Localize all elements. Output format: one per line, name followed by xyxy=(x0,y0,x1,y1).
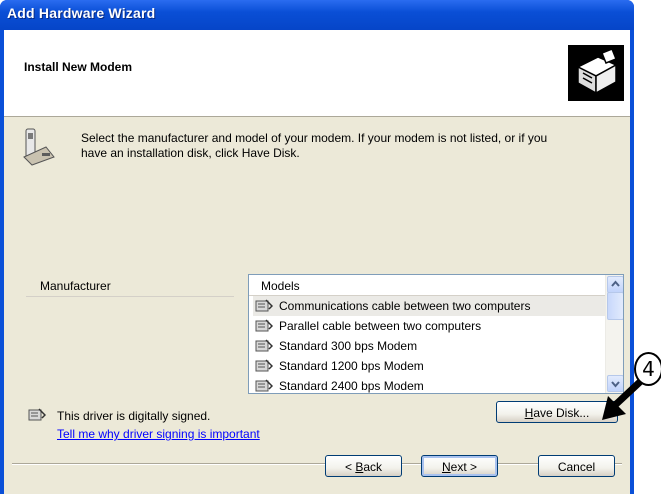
model-list-item[interactable]: Standard 1200 bps Modem xyxy=(253,356,605,376)
model-list-item[interactable]: Standard 300 bps Modem xyxy=(253,336,605,356)
model-label: Communications cable between two compute… xyxy=(279,299,531,313)
dialog-body: Install New Modem Select the manufacture… xyxy=(4,30,630,494)
modem-driver-icon xyxy=(255,358,274,374)
models-column-header[interactable]: Models xyxy=(249,275,605,296)
wizard-header: Install New Modem xyxy=(4,30,630,117)
manufacturer-list[interactable] xyxy=(26,296,234,297)
scroll-thumb[interactable] xyxy=(607,292,623,320)
model-list-item[interactable]: Standard 2400 bps Modem xyxy=(253,376,605,393)
scroll-up-button[interactable] xyxy=(607,276,623,293)
signed-driver-icon xyxy=(28,407,47,423)
hardware-wizard-icon xyxy=(568,45,624,101)
callout-arrow-icon xyxy=(598,376,646,424)
next-post: ext > xyxy=(450,460,478,474)
model-list-item[interactable]: Parallel cable between two computers xyxy=(253,316,605,336)
instruction-line-2: have an installation disk, click Have Di… xyxy=(81,146,300,160)
model-label: Standard 2400 bps Modem xyxy=(279,379,424,393)
back-pre: < xyxy=(344,460,356,474)
driver-signing-link[interactable]: Tell me why driver signing is important xyxy=(57,427,260,441)
signing-status: This driver is digitally signed. xyxy=(57,409,211,423)
model-label: Standard 1200 bps Modem xyxy=(279,359,424,373)
instruction-text: Select the manufacturer and model of you… xyxy=(81,131,601,161)
model-list-item[interactable]: Communications cable between two compute… xyxy=(253,296,605,316)
instruction-line-1: Select the manufacturer and model of you… xyxy=(81,131,548,145)
model-label: Parallel cable between two computers xyxy=(279,319,482,333)
next-button[interactable]: Next > xyxy=(421,455,498,477)
page-title: Install New Modem xyxy=(24,60,133,74)
modem-driver-icon xyxy=(255,338,274,354)
modem-phone-icon xyxy=(22,127,56,167)
next-mnemonic: N xyxy=(441,460,451,474)
back-button[interactable]: < Back xyxy=(325,455,402,477)
footer-divider-highlight xyxy=(12,464,622,465)
cancel-button[interactable]: Cancel xyxy=(538,455,615,477)
modem-driver-icon xyxy=(255,298,274,314)
model-label: Standard 300 bps Modem xyxy=(279,339,418,353)
models-list[interactable]: Models Communications cable between two … xyxy=(248,274,624,394)
models-header-label: Models xyxy=(261,279,300,293)
step-number-badge: 4 xyxy=(634,352,661,386)
wizard-window: Add Hardware Wizard Install New Modem Se… xyxy=(0,0,634,494)
window-title: Add Hardware Wizard xyxy=(7,5,156,21)
modem-driver-icon xyxy=(255,318,274,334)
title-bar[interactable]: Add Hardware Wizard xyxy=(0,0,634,30)
manufacturer-label: Manufacturer xyxy=(40,279,111,293)
have-disk-post: ave Disk... xyxy=(533,406,590,420)
modem-driver-icon xyxy=(255,378,274,393)
back-post: ack xyxy=(363,460,383,474)
